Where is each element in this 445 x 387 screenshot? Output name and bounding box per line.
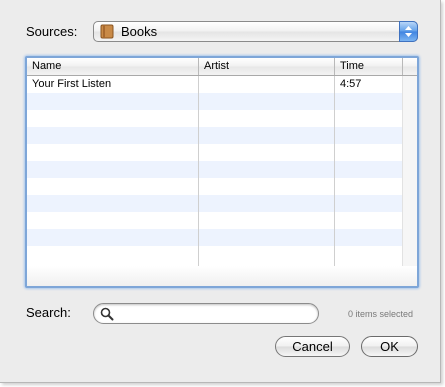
column-header-time[interactable]: Time (335, 58, 403, 75)
column-divider (334, 76, 335, 266)
empty-row (27, 110, 402, 127)
sources-selected-value: Books (121, 24, 158, 39)
book-icon (100, 24, 114, 39)
search-label: Search: (26, 305, 71, 320)
ok-button[interactable]: OK (361, 336, 418, 357)
search-input[interactable] (118, 306, 308, 321)
table-row[interactable]: Your First Listen 4:57 (27, 76, 402, 93)
popup-arrows-icon (399, 21, 418, 42)
empty-row (27, 246, 402, 263)
table-header: Name Artist Time (27, 58, 417, 76)
empty-row (27, 178, 402, 195)
items-table[interactable]: Name Artist Time Your First Listen 4:57 (25, 56, 419, 288)
cell-time: 4:57 (340, 78, 362, 90)
column-header-artist[interactable]: Artist (199, 58, 335, 75)
empty-row (27, 144, 402, 161)
column-divider (198, 76, 199, 266)
empty-row (27, 195, 402, 212)
empty-row (27, 212, 402, 229)
vertical-scrollbar[interactable] (402, 76, 417, 266)
table-bottom-edge (27, 266, 417, 286)
search-field[interactable] (93, 303, 319, 324)
sources-popup-button[interactable]: Books (93, 21, 418, 42)
empty-row (27, 161, 402, 178)
selection-count: 0 items selected (347, 309, 413, 319)
cancel-button[interactable]: Cancel (275, 336, 350, 357)
search-icon (100, 307, 114, 321)
sources-label: Sources: (26, 24, 78, 39)
cell-name: Your First Listen (32, 78, 112, 90)
source-picker-dialog: Sources: Books Name Artist Time Your Fir… (0, 0, 441, 383)
table-rows: Your First Listen 4:57 (27, 76, 402, 284)
empty-row (27, 127, 402, 144)
column-header-name[interactable]: Name (27, 58, 199, 75)
empty-row (27, 229, 402, 246)
cell-artist (199, 76, 335, 93)
empty-row (27, 93, 402, 110)
